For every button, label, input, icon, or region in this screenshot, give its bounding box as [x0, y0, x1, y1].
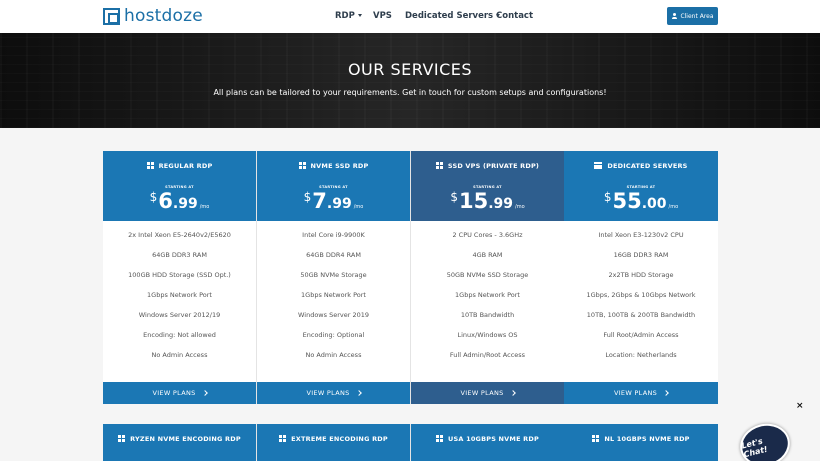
- chevron-right-icon: [201, 390, 208, 396]
- plan-name: USA 10GBPS NVME RDP: [448, 435, 539, 443]
- windows-icon: [592, 435, 600, 442]
- feature-item: 64GB DDR4 RAM: [306, 251, 361, 259]
- windows-icon: [435, 162, 443, 169]
- plan-card-ssd-vps: SSD VPS (PRIVATE RDP) STARTING AT $15.99…: [411, 151, 565, 404]
- windows-icon: [118, 435, 126, 442]
- plan-header: SSD VPS (PRIVATE RDP) STARTING AT $15.99…: [411, 151, 564, 221]
- view-plans-button[interactable]: VIEW PLANS: [103, 382, 256, 404]
- plan-card-extreme-encoding-rdp: EXTREME ENCODING RDP: [257, 424, 411, 461]
- windows-icon: [146, 162, 154, 169]
- feature-list: 2x Intel Xeon E5-2640v2/E5620 64GB DDR3 …: [103, 231, 256, 371]
- plan-name: RYZEN NVME ENCODING RDP: [130, 435, 241, 443]
- feature-item: 50GB NVMe SSD Storage: [446, 271, 529, 279]
- plan-header: RYZEN NVME ENCODING RDP: [103, 424, 256, 461]
- feature-item: No Admin Access: [305, 351, 362, 359]
- hero-banner: OUR SERVICES All plans can be tailored t…: [0, 33, 820, 128]
- plan-header: NVME SSD RDP STARTING AT $7.99/mo: [257, 151, 410, 221]
- chat-badge-label: Let's Chat!: [740, 436, 769, 460]
- plan-price: $15.99/mo: [450, 189, 525, 213]
- feature-item: 10TB, 100TB & 200TB Bandwidth: [586, 311, 696, 319]
- plan-header: DEDICATED SERVERS STARTING AT $55.00/mo: [564, 151, 718, 221]
- server-icon: [594, 162, 603, 169]
- plan-card-dedicated-servers: DEDICATED SERVERS STARTING AT $55.00/mo …: [564, 151, 718, 404]
- chevron-down-icon: [357, 14, 362, 17]
- plan-price: $7.99/mo: [303, 189, 364, 213]
- plan-header: EXTREME ENCODING RDP: [257, 424, 410, 461]
- feature-item: Encoding: Not allowed: [143, 331, 216, 339]
- feature-item: 100GB HDD Storage (SSD Opt.): [128, 271, 231, 279]
- feature-item: Full Root/Admin Access: [603, 331, 679, 339]
- plan-card-usa-10gbps-nvme-rdp: USA 10GBPS NVME RDP: [411, 424, 565, 461]
- client-area-button[interactable]: Client Area: [667, 7, 718, 25]
- logo-icon: [103, 7, 120, 25]
- plan-price: $6.99/mo: [149, 189, 210, 213]
- feature-item: Windows Server 2019: [297, 311, 369, 319]
- feature-item: No Admin Access: [151, 351, 208, 359]
- view-plans-button[interactable]: VIEW PLANS: [411, 382, 564, 404]
- logo[interactable]: hostdoze: [103, 6, 203, 26]
- feature-list: Intel Xeon E3-1230v2 CPU 16GB DDR3 RAM 2…: [564, 231, 718, 371]
- user-icon: [671, 13, 677, 19]
- feature-item: Linux/Windows OS: [457, 331, 518, 339]
- feature-item: 4GB RAM: [472, 251, 503, 259]
- plan-header: USA 10GBPS NVME RDP: [411, 424, 564, 461]
- nav-item-rdp[interactable]: RDP: [335, 11, 362, 21]
- feature-item: 1Gbps Network Port: [301, 291, 366, 299]
- feature-item: 1Gbps Network Port: [455, 291, 520, 299]
- plan-header: REGULAR RDP STARTING AT $6.99/mo: [103, 151, 256, 221]
- feature-item: Intel Xeon E3-1230v2 CPU: [598, 231, 684, 239]
- hero-background: [0, 33, 820, 128]
- windows-icon: [279, 435, 287, 442]
- page-title: OUR SERVICES: [347, 60, 473, 79]
- view-plans-button[interactable]: VIEW PLANS: [564, 382, 718, 404]
- hero-subtitle: All plans can be tailored to your requir…: [213, 88, 607, 97]
- nav-item-dedicated-servers[interactable]: Dedicated Servers: [405, 11, 501, 21]
- plan-header: NL 10GBPS NVME RDP: [564, 424, 718, 461]
- plan-name: REGULAR RDP: [158, 162, 213, 170]
- chevron-right-icon: [663, 390, 669, 396]
- plan-card-nvme-ssd-rdp: NVME SSD RDP STARTING AT $7.99/mo Intel …: [257, 151, 411, 404]
- chevron-right-icon: [355, 390, 362, 396]
- feature-item: Encoding: Optional: [302, 331, 365, 339]
- plan-name: EXTREME ENCODING RDP: [291, 435, 388, 443]
- feature-item: Intel Core i9-9900K: [302, 231, 365, 239]
- plan-name: NL 10GBPS NVME RDP: [604, 435, 690, 443]
- feature-item: 2 CPU Cores - 3.6GHz: [452, 231, 523, 239]
- windows-icon: [298, 162, 306, 169]
- feature-list: Intel Core i9-9900K 64GB DDR4 RAM 50GB N…: [257, 231, 410, 371]
- plan-name: DEDICATED SERVERS: [607, 162, 688, 170]
- feature-item: Windows Server 2012/19: [138, 311, 221, 319]
- feature-item: Location: Netherlands: [605, 351, 677, 359]
- pricing-table-row2: RYZEN NVME ENCODING RDP EXTREME ENCODING…: [103, 424, 718, 461]
- feature-item: 2x Intel Xeon E5-2640v2/E5620: [128, 231, 231, 239]
- plan-card-nl-10gbps-nvme-rdp: NL 10GBPS NVME RDP: [564, 424, 718, 461]
- chevron-right-icon: [509, 390, 516, 396]
- feature-item: 2x2TB HDD Storage: [608, 271, 674, 279]
- feature-item: 50GB NVMe Storage: [300, 271, 367, 279]
- nav-item-vps[interactable]: VPS: [373, 11, 392, 21]
- feature-item: 16GB DDR3 RAM: [613, 251, 669, 259]
- feature-item: 1Gbps, 2Gbps & 10Gbps Network: [586, 291, 696, 299]
- windows-icon: [436, 435, 444, 442]
- view-plans-button[interactable]: VIEW PLANS: [257, 382, 410, 404]
- feature-item: Full Admin/Root Access: [449, 351, 526, 359]
- plan-price: $55.00/mo: [603, 189, 679, 213]
- feature-item: 64GB DDR3 RAM: [152, 251, 207, 259]
- plan-card-regular-rdp: REGULAR RDP STARTING AT $6.99/mo 2x Inte…: [103, 151, 257, 404]
- navbar: hostdoze RDP VPS Dedicated Servers Conta…: [0, 0, 820, 33]
- pricing-table: REGULAR RDP STARTING AT $6.99/mo 2x Inte…: [103, 151, 718, 404]
- feature-item: 10TB Bandwidth: [460, 311, 515, 319]
- close-chat-icon[interactable]: ×: [796, 401, 804, 411]
- nav-item-contact[interactable]: Contact: [496, 11, 533, 21]
- logo-text: hostdoze: [124, 6, 203, 26]
- plan-name: SSD VPS (PRIVATE RDP): [447, 162, 540, 170]
- plan-name: NVME SSD RDP: [310, 162, 369, 170]
- feature-list: 2 CPU Cores - 3.6GHz 4GB RAM 50GB NVMe S…: [411, 231, 564, 371]
- plan-card-ryzen-nvme-encoding-rdp: RYZEN NVME ENCODING RDP: [103, 424, 257, 461]
- feature-item: 1Gbps Network Port: [147, 291, 212, 299]
- chat-widget-button[interactable]: Let's Chat!: [735, 418, 795, 461]
